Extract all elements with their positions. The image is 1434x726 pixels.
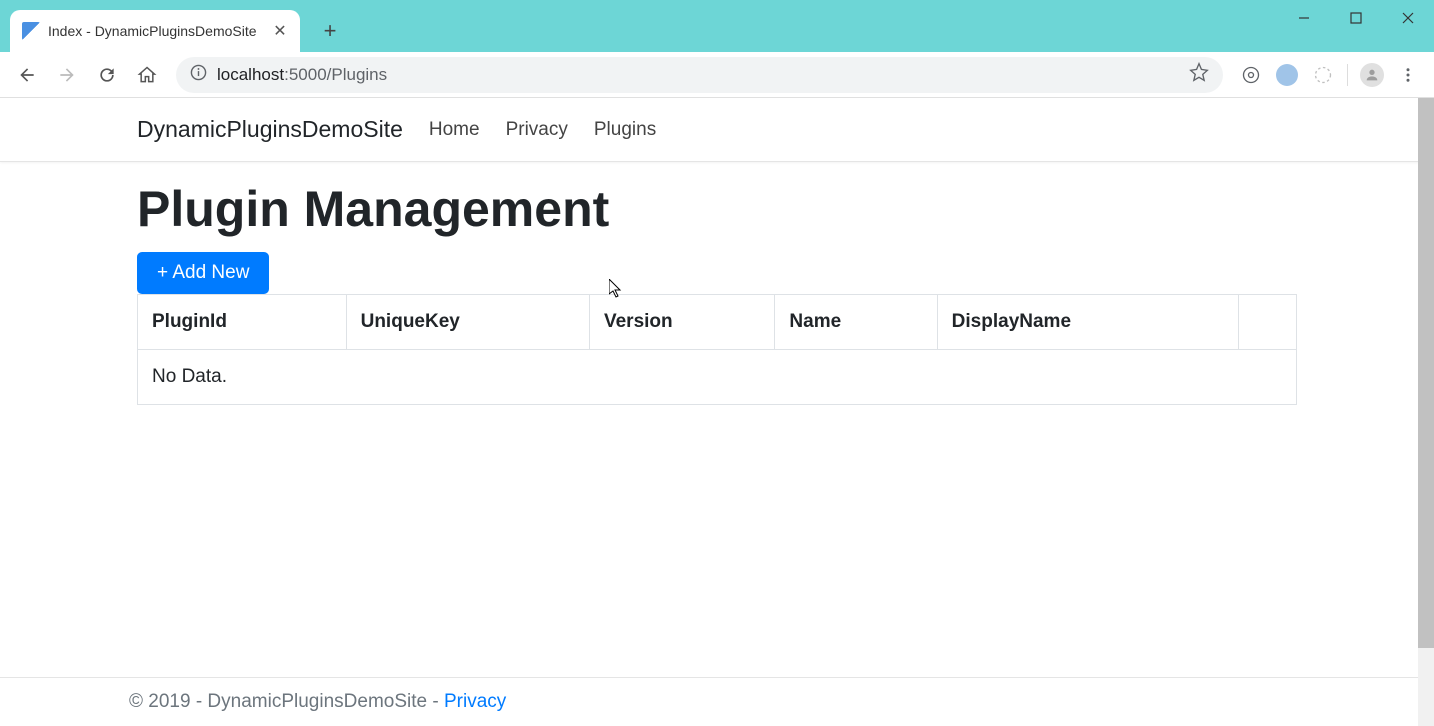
menu-button[interactable] [1392,59,1424,91]
brand-link[interactable]: DynamicPluginsDemoSite [137,116,403,143]
vertical-scrollbar[interactable] [1418,98,1434,726]
close-tab-icon[interactable]: ✕ [272,23,288,39]
page-viewport: DynamicPluginsDemoSite Home Privacy Plug… [0,98,1434,726]
forward-button[interactable] [50,58,84,92]
col-displayname: DisplayName [937,295,1238,350]
footer-privacy-link[interactable]: Privacy [444,691,506,712]
browser-toolbar: localhost:5000/Plugins [0,52,1434,98]
col-actions [1239,295,1297,350]
maximize-button[interactable] [1330,0,1382,36]
browser-tab-strip: Index - DynamicPluginsDemoSite ✕ + [0,0,1434,52]
minimize-button[interactable] [1278,0,1330,36]
table-row-empty: No Data. [138,350,1297,405]
favicon-icon [22,22,40,40]
col-name: Name [775,295,937,350]
reload-button[interactable] [90,58,124,92]
nav-privacy[interactable]: Privacy [506,119,568,141]
profile-button[interactable] [1356,59,1388,91]
footer: © 2019 - DynamicPluginsDemoSite - Privac… [0,677,1418,726]
tab-title: Index - DynamicPluginsDemoSite [48,23,264,39]
main-container: Plugin Management + Add New PluginId Uni… [137,162,1297,405]
col-version: Version [589,295,774,350]
extension-icon-3[interactable] [1307,59,1339,91]
close-window-button[interactable] [1382,0,1434,36]
toolbar-right [1235,59,1424,91]
browser-tab[interactable]: Index - DynamicPluginsDemoSite ✕ [10,10,300,52]
nav-home[interactable]: Home [429,119,480,141]
separator [1347,64,1348,86]
plugins-table: PluginId UniqueKey Version Name DisplayN… [137,294,1297,405]
add-new-button[interactable]: + Add New [137,252,269,294]
extension-icon-1[interactable] [1235,59,1267,91]
extension-icon-2[interactable] [1271,59,1303,91]
scrollbar-thumb[interactable] [1418,98,1434,648]
page-title: Plugin Management [137,180,1297,238]
new-tab-button[interactable]: + [315,16,345,46]
nav-plugins[interactable]: Plugins [594,119,656,141]
col-pluginid: PluginId [138,295,347,350]
back-button[interactable] [10,58,44,92]
col-uniquekey: UniqueKey [346,295,589,350]
home-button[interactable] [130,58,164,92]
no-data-cell: No Data. [138,350,1297,405]
site-info-icon[interactable] [190,64,207,86]
site-navbar: DynamicPluginsDemoSite Home Privacy Plug… [0,98,1434,162]
url-text: localhost:5000/Plugins [217,65,387,85]
bookmark-star-icon[interactable] [1189,62,1209,87]
window-controls [1278,0,1434,36]
table-header-row: PluginId UniqueKey Version Name DisplayN… [138,295,1297,350]
footer-copyright: © 2019 - DynamicPluginsDemoSite - [129,691,444,712]
address-bar[interactable]: localhost:5000/Plugins [176,57,1223,93]
